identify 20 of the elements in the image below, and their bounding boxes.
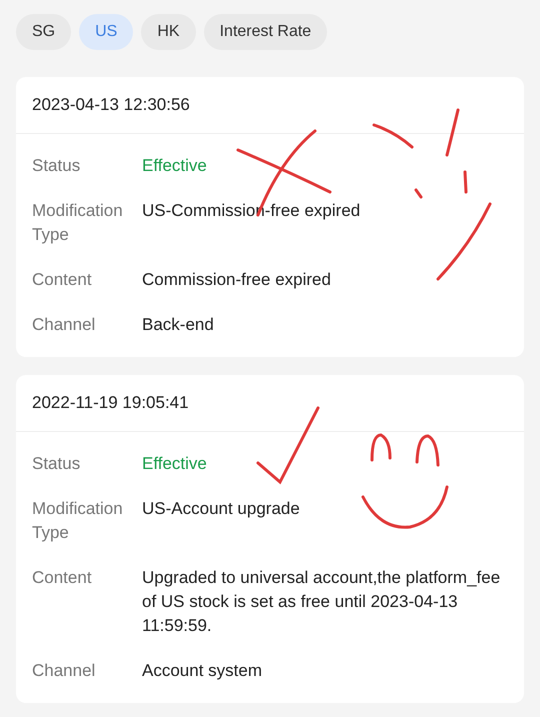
field-label: Content: [32, 567, 93, 589]
field-label: Channel: [32, 660, 96, 682]
field-label: Status: [32, 453, 82, 475]
filter-tab[interactable]: HK: [141, 14, 196, 50]
field-label: Modification Type: [32, 498, 124, 544]
field-label: Modification Type: [32, 200, 124, 246]
field-label: Status: [32, 155, 82, 177]
status-value: Effective: [142, 453, 208, 475]
record-datetime: 2022-11-19 19:05:41: [16, 375, 524, 432]
record-datetime: 2023-04-13 12:30:56: [16, 77, 524, 134]
field-label: Channel: [32, 314, 96, 336]
field-label: Content: [32, 269, 93, 291]
field-value: Commission-free expired: [142, 269, 332, 291]
field-value: Account system: [142, 660, 263, 682]
filter-tab[interactable]: SG: [16, 14, 72, 50]
status-value: Effective: [142, 155, 208, 177]
filter-tab[interactable]: Interest Rate: [204, 14, 328, 50]
field-value: Back-end: [142, 314, 215, 336]
field-value: Upgraded to universal account,the platform_fee of US stock is set as free until 2023-04-13 11:59:59.: [142, 567, 502, 637]
field-value: US-Account upgrade: [142, 498, 301, 520]
